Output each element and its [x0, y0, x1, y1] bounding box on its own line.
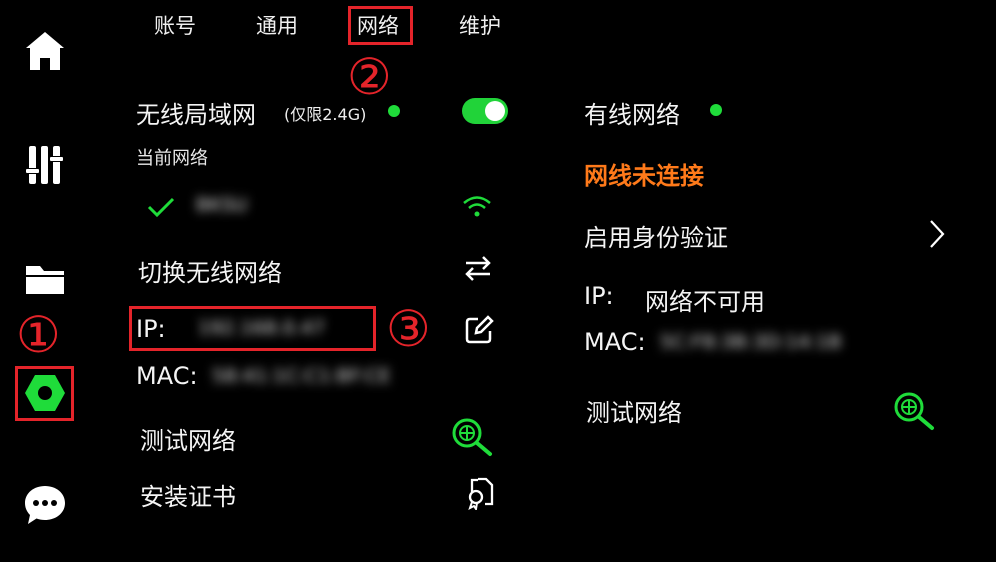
chevron-right-icon[interactable]: [928, 218, 946, 250]
tab-network[interactable]: 网络: [357, 10, 399, 40]
wired-mac-value: 5C:F8:3B:3D:14:1B: [660, 331, 842, 353]
wireless-toggle[interactable]: [462, 98, 508, 124]
install-cert-label[interactable]: 安装证书: [140, 477, 236, 512]
wired-test-network-icon[interactable]: [892, 390, 936, 432]
switch-wifi-label[interactable]: 切换无线网络: [138, 253, 282, 288]
wireless-mac-value: 58:41:1C:C1:BF:CE: [212, 365, 391, 387]
wireless-title: 无线局域网: [136, 101, 256, 129]
tab-general[interactable]: 通用: [256, 10, 298, 40]
test-network-icon[interactable]: [450, 416, 494, 458]
folder-icon[interactable]: [22, 256, 68, 302]
settings-hex-icon[interactable]: [22, 370, 68, 416]
current-ssid: BKSU: [196, 194, 248, 216]
annotation-2: ②: [347, 48, 392, 106]
wireless-mac-label: MAC:: [136, 362, 198, 390]
chat-icon[interactable]: [22, 482, 68, 528]
wired-test-label[interactable]: 测试网络: [586, 393, 682, 428]
wireless-ip-label: IP:: [136, 315, 166, 343]
wireless-status-dot: [388, 105, 400, 117]
tab-maintenance[interactable]: 维护: [459, 10, 501, 40]
wireless-note: (仅限2.4G): [284, 105, 367, 124]
annotation-1: ①: [16, 306, 61, 364]
tab-account[interactable]: 账号: [154, 10, 196, 40]
edit-icon[interactable]: [464, 315, 494, 345]
switch-arrows-icon[interactable]: [463, 254, 493, 282]
current-network-label: 当前网络: [136, 148, 208, 169]
wired-ip-label: IP:: [584, 282, 614, 310]
wired-mac-label: MAC:: [584, 328, 646, 356]
wired-status-dot: [710, 104, 722, 116]
wired-title: 有线网络: [584, 101, 680, 129]
wifi-signal-icon: [461, 194, 493, 218]
home-icon[interactable]: [22, 28, 68, 74]
wired-status: 网线未连接: [584, 162, 704, 190]
annotation-3: ③: [386, 300, 431, 358]
wireless-ip-value: 192.168.0.47: [198, 317, 325, 339]
wireless-test-label[interactable]: 测试网络: [140, 421, 236, 456]
checkmark-icon: [146, 196, 176, 218]
certificate-icon[interactable]: [464, 476, 496, 510]
auth-label[interactable]: 启用身份验证: [584, 218, 728, 253]
wired-ip-value: 网络不可用: [645, 288, 765, 316]
sliders-icon[interactable]: [22, 142, 68, 188]
